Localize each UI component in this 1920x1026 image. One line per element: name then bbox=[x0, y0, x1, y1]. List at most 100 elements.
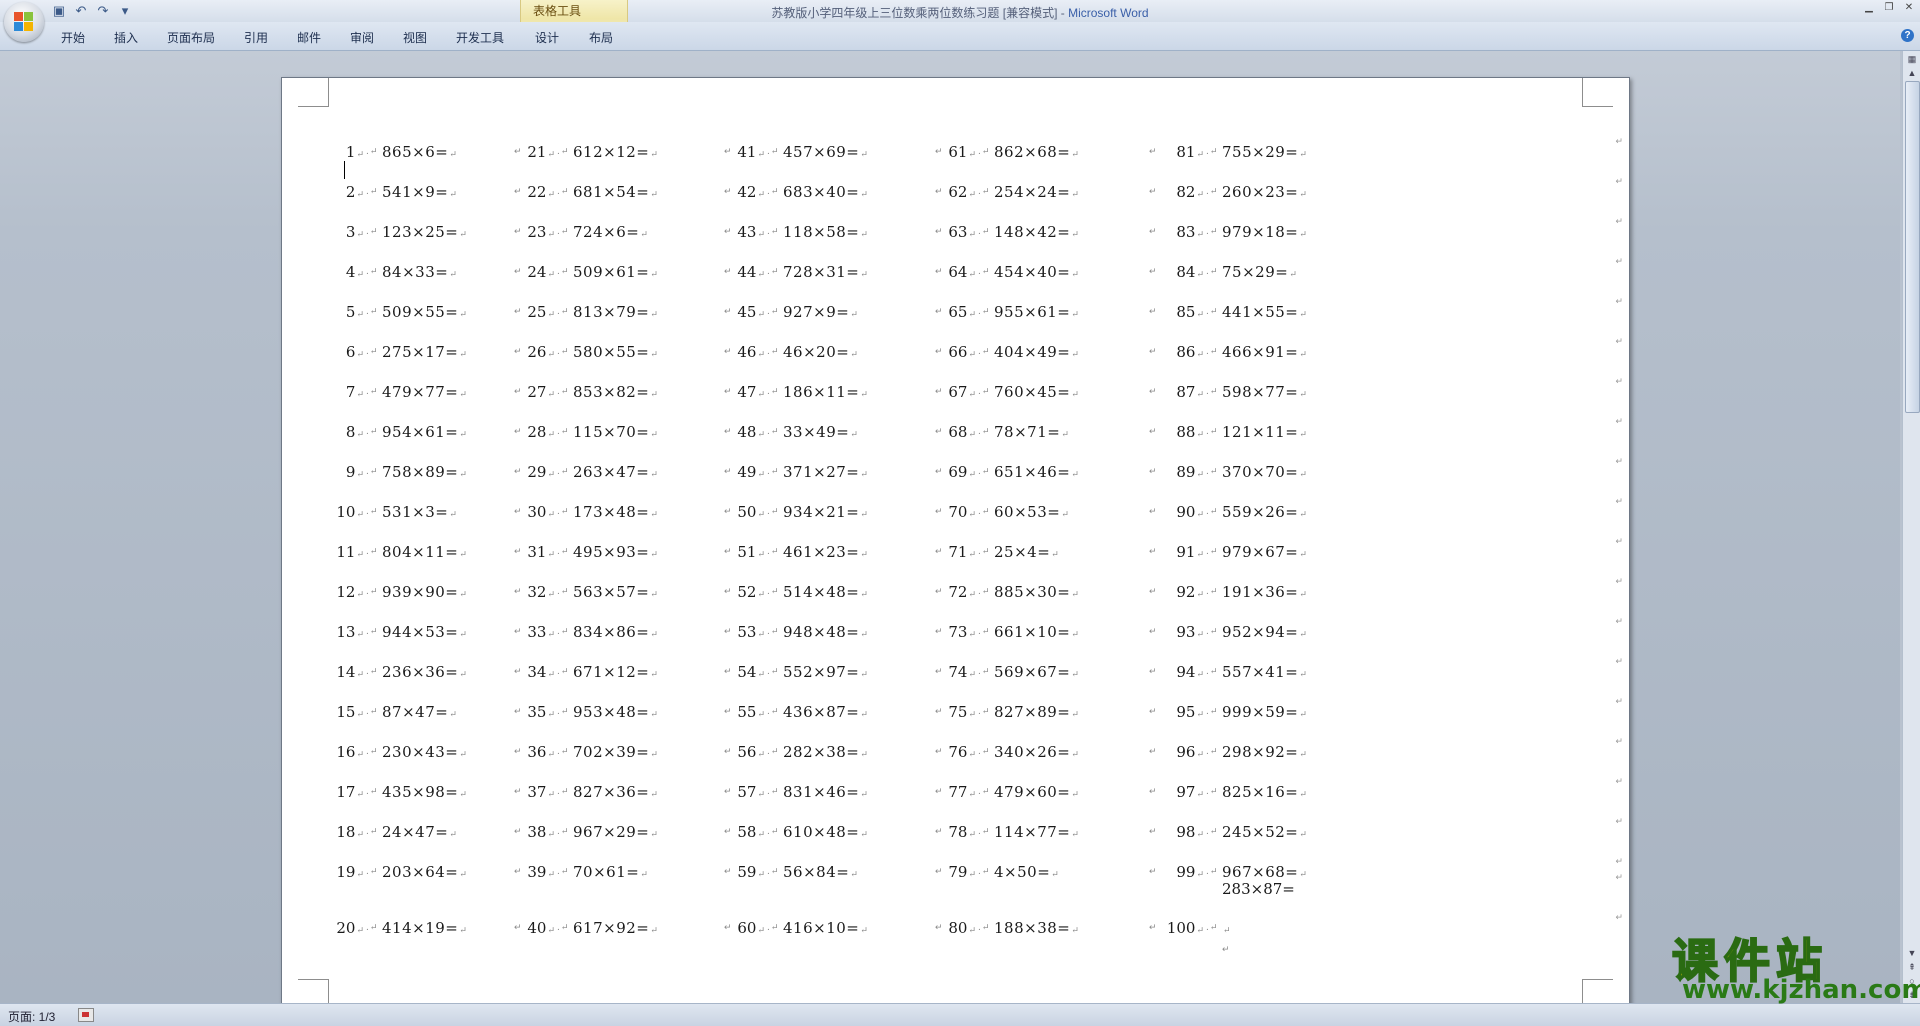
paragraph-mark: ↵ bbox=[1222, 944, 1230, 954]
minimize-icon[interactable]: ▁ bbox=[1862, 2, 1876, 13]
paragraph-mark: ↵ bbox=[640, 230, 649, 240]
cell-end-mark: ↵ bbox=[935, 666, 943, 676]
tab-references[interactable]: 引用 bbox=[244, 29, 268, 46]
tab-developer[interactable]: 开发工具 bbox=[456, 29, 504, 46]
row-end-mark: ↵ bbox=[1615, 136, 1623, 146]
exercise-item: 93↵ .↵ 952×94=↵ bbox=[1162, 622, 1362, 642]
cell-end-mark: ↵ bbox=[514, 866, 522, 876]
exercise-expression: 979×67=↵ bbox=[1222, 543, 1308, 561]
exercise-expression: 948×48=↵ bbox=[783, 623, 869, 641]
tab-layout[interactable]: 布局 bbox=[589, 29, 613, 46]
exercise-number: 25↵ bbox=[527, 303, 555, 321]
document-page[interactable]: 1↵ .↵ 865×6=↵ 2↵ .↵ 541×9=↵ 3↵ .↵ 123×25=↵ 4↵ .↵ 84… bbox=[281, 77, 1630, 1009]
exercise-number: 47↵ bbox=[737, 383, 765, 401]
exercise-expression: 557×41=↵ bbox=[1222, 663, 1308, 681]
dot-mark: .↵ bbox=[978, 867, 990, 877]
exercise-expression: 33×49=↵ bbox=[783, 423, 859, 441]
paragraph-mark: ↵ bbox=[449, 510, 458, 520]
exercise-expression: 371×27=↵ bbox=[783, 463, 869, 481]
exercise-item: 79↵ .↵ 4×50=↵ bbox=[934, 862, 1134, 882]
exercise-item: 100↵ .↵ ↵ bbox=[1162, 918, 1362, 938]
dot-mark: .↵ bbox=[1206, 923, 1218, 933]
paragraph-mark: ↵ bbox=[770, 267, 779, 277]
exercise-number: 3↵ bbox=[345, 223, 364, 241]
exercise-expression: 834×86=↵ bbox=[573, 623, 659, 641]
row-end-mark: ↵ bbox=[1615, 576, 1623, 586]
exercise-number: 76↵ bbox=[948, 743, 976, 761]
exercise-item: 66↵ .↵ 404×49=↵ bbox=[934, 342, 1134, 362]
exercise-number: 26↵ bbox=[527, 343, 555, 361]
title-bar: ▣ ↶ ↷ ▾ 苏教版小学四年级上三位数乘两位数练习题 [兼容模式] - Mic… bbox=[0, 0, 1920, 22]
office-button[interactable] bbox=[4, 2, 44, 42]
exercise-expression: 25×4=↵ bbox=[994, 543, 1060, 561]
exercise-number: 87↵ bbox=[1176, 383, 1204, 401]
proofing-icon[interactable] bbox=[78, 1008, 94, 1022]
scroll-thumb[interactable] bbox=[1905, 81, 1920, 413]
dot-mark: .↵ bbox=[978, 267, 990, 277]
cell-end-mark: ↵ bbox=[1149, 786, 1157, 796]
exercise-expression: 188×38=↵ bbox=[994, 919, 1080, 937]
exercise-expression: 724×6=↵ bbox=[573, 223, 649, 241]
row-end-mark: ↵ bbox=[1615, 816, 1623, 826]
tab-home[interactable]: 开始 bbox=[61, 29, 85, 46]
paragraph-mark: ↵ bbox=[1071, 470, 1080, 480]
paragraph-mark: ↵ bbox=[449, 190, 458, 200]
dot-mark: .↵ bbox=[366, 547, 378, 557]
paragraph-mark: ↵ bbox=[757, 190, 765, 200]
tab-page-layout[interactable]: 页面布局 bbox=[167, 29, 215, 46]
exercise-number: 5↵ bbox=[345, 303, 364, 321]
dot-mark: .↵ bbox=[767, 787, 779, 797]
paragraph-mark: ↵ bbox=[459, 630, 468, 640]
cell-end-mark: ↵ bbox=[724, 666, 732, 676]
vertical-scrollbar[interactable]: ▦ ▲ ▼ ⇞ ○ ⇟ bbox=[1902, 51, 1920, 1003]
paragraph-mark: ↵ bbox=[547, 150, 555, 160]
paragraph-mark: ↵ bbox=[968, 470, 976, 480]
paragraph-mark: ↵ bbox=[757, 230, 765, 240]
exercise-expression: 927×9=↵ bbox=[783, 303, 859, 321]
exercise-number: 85↵ bbox=[1176, 303, 1204, 321]
dot-mark: .↵ bbox=[1206, 827, 1218, 837]
exercise-number: 88↵ bbox=[1176, 423, 1204, 441]
paragraph-mark: ↵ bbox=[369, 587, 378, 597]
ruler-toggle-icon[interactable]: ▦ bbox=[1906, 53, 1918, 65]
paragraph-mark: ↵ bbox=[968, 630, 976, 640]
paragraph-mark: ↵ bbox=[560, 827, 569, 837]
dot-mark: .↵ bbox=[767, 923, 779, 933]
tab-view[interactable]: 视图 bbox=[403, 29, 427, 46]
tab-mailings[interactable]: 邮件 bbox=[297, 29, 321, 46]
exercise-expression: 87×47=↵ bbox=[382, 703, 458, 721]
paragraph-mark: ↵ bbox=[356, 390, 364, 400]
exercise-number: 79↵ bbox=[948, 863, 976, 881]
paragraph-mark: ↵ bbox=[757, 350, 765, 360]
paragraph-mark: ↵ bbox=[1196, 230, 1204, 240]
scroll-up-icon[interactable]: ▲ bbox=[1906, 67, 1918, 79]
exercise-expression: 254×24=↵ bbox=[994, 183, 1080, 201]
exercise-number: 30↵ bbox=[527, 503, 555, 521]
tab-insert[interactable]: 插入 bbox=[114, 29, 138, 46]
restore-icon[interactable]: ❐ bbox=[1882, 2, 1896, 13]
paragraph-mark: ↵ bbox=[757, 710, 765, 720]
page-indicator[interactable]: 页面: 1/3 bbox=[8, 1008, 55, 1025]
exercise-number: 15↵ bbox=[336, 703, 364, 721]
cell-end-mark: ↵ bbox=[1149, 586, 1157, 596]
dot-mark: .↵ bbox=[978, 667, 990, 677]
tab-design[interactable]: 设计 bbox=[535, 29, 559, 46]
exercise-number: 81↵ bbox=[1176, 143, 1204, 161]
cell-end-mark: ↵ bbox=[935, 786, 943, 796]
exercise-number: 10↵ bbox=[336, 503, 364, 521]
exercise-expression: 509×61=↵ bbox=[573, 263, 659, 281]
paragraph-mark: ↵ bbox=[860, 270, 869, 280]
exercise-number: 1↵ bbox=[345, 143, 364, 161]
paragraph-mark: ↵ bbox=[981, 867, 990, 877]
exercise-expression: 598×77=↵ bbox=[1222, 383, 1308, 401]
paragraph-mark: ↵ bbox=[650, 710, 659, 720]
paragraph-mark: ↵ bbox=[369, 827, 378, 837]
exercise-expression: 865×6=↵ bbox=[382, 143, 458, 161]
exercise-expression: 148×42=↵ bbox=[994, 223, 1080, 241]
paragraph-mark: ↵ bbox=[650, 430, 659, 440]
crop-mark-top-right bbox=[1582, 78, 1613, 107]
help-icon[interactable]: ? bbox=[1901, 29, 1914, 42]
tab-review[interactable]: 审阅 bbox=[350, 29, 374, 46]
close-icon[interactable]: ✕ bbox=[1902, 2, 1916, 13]
exercise-expression: 121×11=↵ bbox=[1222, 423, 1308, 441]
